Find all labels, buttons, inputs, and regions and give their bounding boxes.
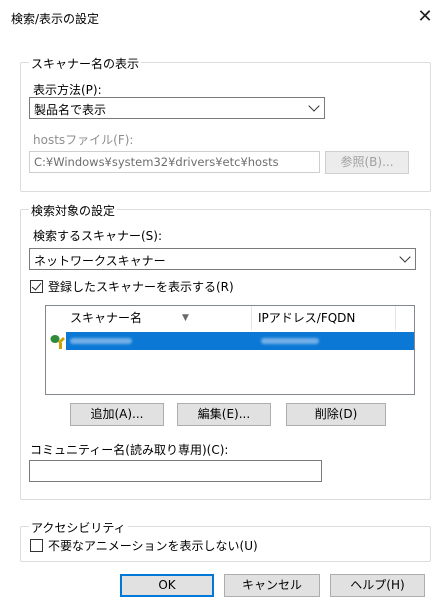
settings-dialog: 検索/表示の設定 ✕ スキャナー名の表示 表示方法(P): 製品名で表示 hos… xyxy=(0,0,443,605)
community-name-label: コミュニティー名(読み取り専用)(C): xyxy=(30,443,229,457)
display-method-select[interactable]: 製品名で表示 xyxy=(29,97,325,119)
chevron-down-icon xyxy=(308,100,320,112)
hosts-file-field[interactable]: C:¥Windows¥system32¥drivers¥etc¥hosts xyxy=(29,151,320,173)
no-animation-label[interactable]: 不要なアニメーションを表示しない(U) xyxy=(48,537,258,554)
window-title: 検索/表示の設定 xyxy=(11,12,100,26)
redacted-scanner-name xyxy=(70,338,132,344)
checkmark-icon xyxy=(31,280,42,291)
ok-button[interactable]: OK xyxy=(120,574,214,597)
no-animation-checkbox[interactable] xyxy=(30,539,43,552)
accessibility-group-legend: アクセシビリティ xyxy=(29,519,128,536)
help-button[interactable]: ヘルプ(H) xyxy=(330,574,425,597)
browse-button[interactable]: 参照(B)... xyxy=(325,151,409,174)
title-bar: 検索/表示の設定 ✕ xyxy=(0,0,443,34)
community-name-field[interactable] xyxy=(29,460,322,482)
hosts-file-label: hostsファイル(F): xyxy=(33,133,134,147)
sort-descending-icon: ▼ xyxy=(182,313,189,323)
scanner-list-header: スキャナー名 ▼ IPアドレス/FQDN xyxy=(46,306,414,330)
add-button[interactable]: 追加(A)... xyxy=(70,403,164,426)
close-icon[interactable]: ✕ xyxy=(411,4,439,30)
column-header-scanner-name[interactable]: スキャナー名 xyxy=(70,306,142,330)
column-header-ip-address[interactable]: IPアドレス/FQDN xyxy=(258,306,355,330)
search-target-group-legend: 検索対象の設定 xyxy=(29,202,118,219)
show-registered-checkbox[interactable] xyxy=(30,280,43,293)
delete-button[interactable]: 削除(D) xyxy=(286,403,386,426)
search-scanner-label: 検索するスキャナー(S): xyxy=(33,229,163,243)
network-scanner-icon xyxy=(50,335,65,349)
column-divider[interactable] xyxy=(251,306,252,330)
redacted-ip-address xyxy=(261,338,319,344)
cancel-button[interactable]: キャンセル xyxy=(224,574,320,597)
scanner-name-group-legend: スキャナー名の表示 xyxy=(29,55,142,72)
search-scanner-value: ネットワークスキャナー xyxy=(34,254,166,268)
display-method-label: 表示方法(P): xyxy=(33,83,102,97)
column-divider[interactable] xyxy=(395,306,396,330)
search-scanner-select[interactable]: ネットワークスキャナー xyxy=(29,248,416,270)
scanner-list[interactable]: スキャナー名 ▼ IPアドレス/FQDN xyxy=(45,305,415,395)
hosts-file-value: C:¥Windows¥system32¥drivers¥etc¥hosts xyxy=(34,155,279,169)
chevron-down-icon xyxy=(399,251,411,263)
table-row[interactable] xyxy=(46,332,414,350)
edit-button[interactable]: 編集(E)... xyxy=(177,403,271,426)
display-method-value: 製品名で表示 xyxy=(34,103,107,117)
selected-row-highlight xyxy=(66,332,414,350)
show-registered-label[interactable]: 登録したスキャナーを表示する(R) xyxy=(48,278,234,295)
